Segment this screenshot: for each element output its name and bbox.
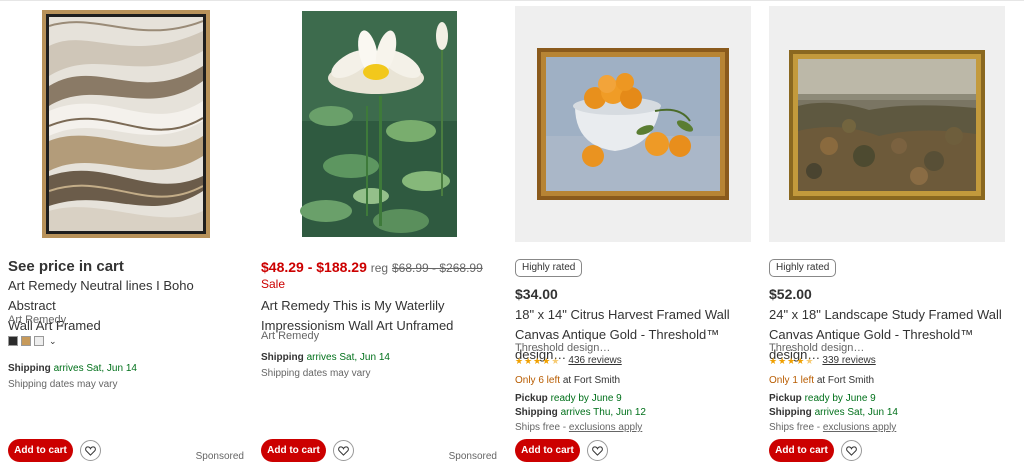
heart-icon [846,445,857,456]
product-image-waterlily[interactable] [261,6,497,242]
sponsored-label: Sponsored [195,451,244,462]
reviews-link[interactable]: 339 reviews [822,355,875,366]
ships-free-info: Ships free - exclusions apply [769,422,897,433]
star-half-icon: ★ [805,355,814,366]
product-card: $48.29 - $188.29 reg $68.99 - $268.99 Sa… [261,6,497,467]
star-icon: ★ [778,355,787,366]
add-to-cart-button[interactable]: Add to cart [261,439,326,462]
swatch-gold[interactable] [21,336,31,346]
product-title-line-1[interactable]: 18" x 14" Citrus Harvest Framed Wall [515,305,751,325]
star-icon: ★ [769,355,778,366]
add-to-cart-button[interactable]: Add to cart [8,439,73,462]
stock-info: Only 6 left at Fort Smith [515,375,621,386]
exclusions-link[interactable]: exclusions apply [823,422,896,433]
product-image-abstract-lines[interactable] [8,6,244,242]
brand-name: Threshold design… [515,342,611,354]
product-card: See price in cart Art Remedy Neutral lin… [8,6,244,467]
product-card: Highly rated $34.00 18" x 14" Citrus Har… [515,6,751,467]
heart-icon [338,445,349,456]
star-icon: ★ [533,355,542,366]
rating: ★ ★ ★ ★ ★ 436 reviews [515,355,622,366]
sale-label: Sale [261,277,286,291]
star-rating: ★ ★ ★ ★ ★ [515,356,560,366]
price-text: See price in cart [8,258,124,275]
sale-price-range: $48.29 - $188.29 [261,259,367,275]
product-card: Highly rated $52.00 24" x 18" Landscape … [769,6,1005,467]
chevron-down-icon[interactable]: ⌄ [49,336,57,347]
rating: ★ ★ ★ ★ ★ 339 reviews [769,355,876,366]
star-icon: ★ [515,355,524,366]
brand-name: Art Remedy [8,314,67,326]
brand-name: Art Remedy [261,330,320,342]
stock-info: Only 1 left at Fort Smith [769,375,875,386]
pickup-info: Pickup ready by June 9 [515,393,622,404]
top-divider [0,0,1024,1]
product-title-line-1[interactable]: 24" x 18" Landscape Study Framed Wall [769,305,1005,325]
star-icon: ★ [796,355,805,366]
product-image-landscape-study[interactable] [769,6,1005,242]
star-icon: ★ [787,355,796,366]
favorite-button[interactable] [80,440,101,461]
pickup-info: Pickup ready by June 9 [769,393,876,404]
shipping-note: Shipping dates may vary [8,379,118,390]
favorite-button[interactable] [841,440,862,461]
swatch-white[interactable] [34,336,44,346]
price: $34.00 [515,286,558,302]
color-swatches: ⌄ [8,335,57,347]
star-icon: ★ [542,355,551,366]
reg-label: reg [370,261,389,275]
shipping-info: Shipping arrives Sat, Jun 14 [769,407,898,418]
shipping-info: Shipping arrives Sat, Jun 14 [261,352,390,363]
star-rating: ★ ★ ★ ★ ★ [769,356,814,366]
shipping-info: Shipping arrives Sat, Jun 14 [8,363,137,374]
add-to-cart-button[interactable]: Add to cart [769,439,834,462]
product-title[interactable]: Art Remedy Neutral lines I Boho Abstract… [8,276,244,336]
star-half-icon: ★ [551,355,560,366]
heart-icon [85,445,96,456]
brand-name: Threshold design… [769,342,865,354]
product-image-citrus-harvest[interactable] [515,6,751,242]
add-to-cart-button[interactable]: Add to cart [515,439,580,462]
shipping-note: Shipping dates may vary [261,368,371,379]
reviews-link[interactable]: 436 reviews [568,355,621,366]
favorite-button[interactable] [587,440,608,461]
price: $52.00 [769,286,812,302]
highly-rated-badge: Highly rated [515,259,583,277]
exclusions-link[interactable]: exclusions apply [569,422,642,433]
product-title-line-1[interactable]: Art Remedy This is My Waterlily [261,296,497,316]
favorite-button[interactable] [333,440,354,461]
sponsored-label: Sponsored [448,451,497,462]
star-icon: ★ [524,355,533,366]
ships-free-info: Ships free - exclusions apply [515,422,643,433]
heart-icon [592,445,603,456]
shipping-info: Shipping arrives Thu, Jun 12 [515,407,646,418]
sale-price: $48.29 - $188.29 reg $68.99 - $268.99 [261,259,483,275]
reg-price: $68.99 - $268.99 [392,261,483,275]
product-title-line-1[interactable]: Art Remedy Neutral lines I Boho Abstract [8,276,244,316]
highly-rated-badge: Highly rated [769,259,837,277]
swatch-black[interactable] [8,336,18,346]
